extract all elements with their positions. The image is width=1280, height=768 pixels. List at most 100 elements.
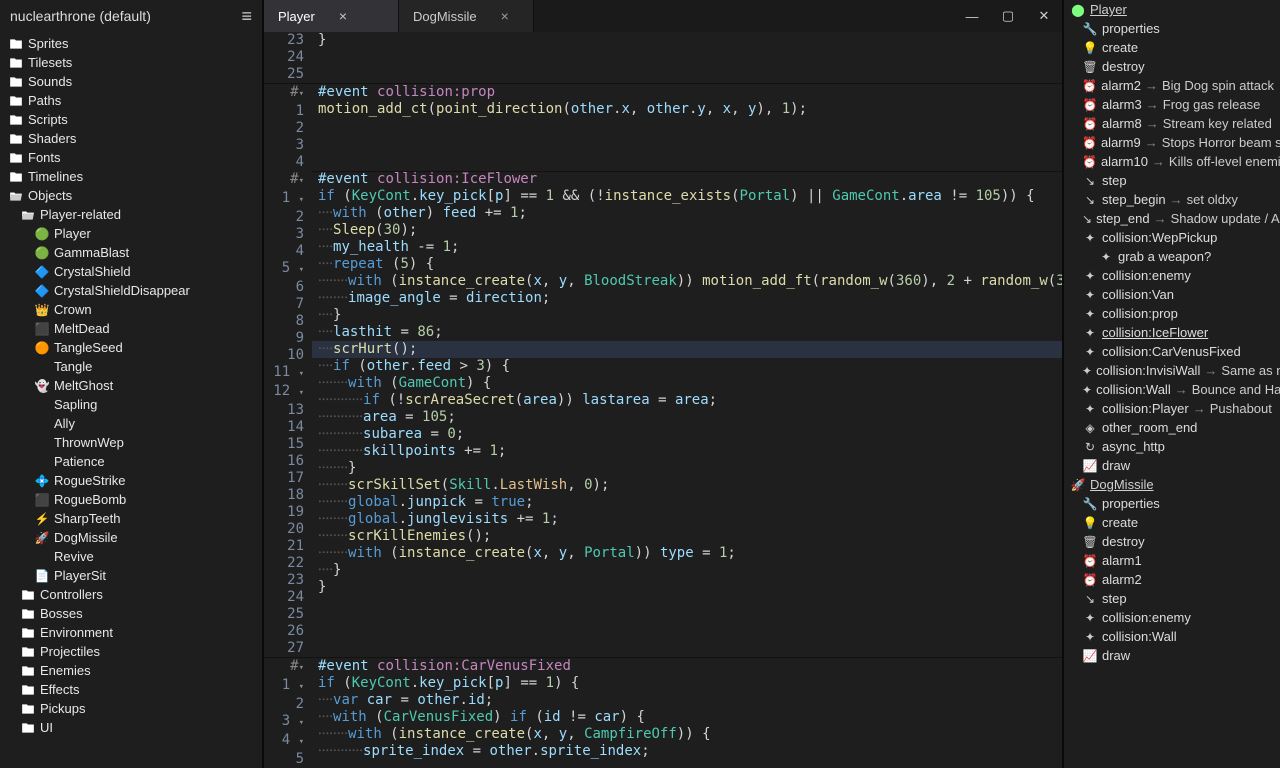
close-icon[interactable]: × [501, 9, 509, 23]
tree-item[interactable]: 🟠TangleSeed [0, 338, 262, 357]
outline-label: draw [1102, 648, 1130, 663]
tree-item[interactable]: Sapling [0, 395, 262, 414]
outline-item[interactable]: ✦collision:prop [1064, 304, 1280, 323]
outline-desc: Frog gas release [1163, 97, 1261, 112]
outline-item[interactable]: 💡create [1064, 38, 1280, 57]
code-editor[interactable]: 232425} #▾1234#event collision:propmotio… [264, 32, 1062, 768]
outline-item[interactable]: ✦grab a weapon? [1064, 247, 1280, 266]
tree-item[interactable]: ⬛RogueBomb [0, 490, 262, 509]
tree-item[interactable]: Revive [0, 547, 262, 566]
outline-item[interactable]: ⏰alarm10→Kills off-level enemie [1064, 152, 1280, 171]
outline-item[interactable]: ✦collision:enemy [1064, 608, 1280, 627]
tab-player[interactable]: Player× [264, 0, 399, 32]
outline-item[interactable]: ⏰alarm2→Big Dog spin attack [1064, 76, 1280, 95]
resource-tree[interactable]: SpritesTilesetsSoundsPaths Scripts Shaders… [0, 32, 262, 768]
outline-item[interactable]: ✦collision:enemy [1064, 266, 1280, 285]
outline-item[interactable]: 🔧properties [1064, 494, 1280, 513]
outline-item[interactable]: ✦collision:Wall→Bounce and Ha [1064, 380, 1280, 399]
tree-item[interactable]: 🚀DogMissile [0, 528, 262, 547]
outline-item[interactable]: 💡create [1064, 513, 1280, 532]
code-block[interactable]: #event collision:CarVenusFixedif (KeyCon… [312, 658, 1062, 768]
tree-item[interactable]: UI [0, 718, 262, 737]
outline-item[interactable]: ↘step [1064, 171, 1280, 190]
outline-item[interactable]: 🗑destroy [1064, 57, 1280, 76]
tree-item[interactable]: ⬛MeltDead [0, 319, 262, 338]
tree-item[interactable]: ⚡SharpTeeth [0, 509, 262, 528]
outline-item[interactable]: ✦collision:Wall [1064, 627, 1280, 646]
outline-item[interactable]: ↘step_end→Shadow update / Ai [1064, 209, 1280, 228]
tree-item[interactable]: Sprites [0, 34, 262, 53]
tree-item[interactable]: Timelines [0, 167, 262, 186]
outline-item[interactable]: ↘step_begin→set oldxy [1064, 190, 1280, 209]
tree-item[interactable]: 📄PlayerSit [0, 566, 262, 585]
outline-item[interactable]: ◈other_room_end [1064, 418, 1280, 437]
outline-item[interactable]: ✦collision:WepPickup [1064, 228, 1280, 247]
outline-item[interactable]: ⏰alarm3→Frog gas release [1064, 95, 1280, 114]
tab-dogmissile[interactable]: DogMissile× [399, 0, 534, 32]
tree-item[interactable]: Tilesets [0, 53, 262, 72]
minimize-button[interactable]: — [954, 0, 990, 32]
outline-item[interactable]: ✦collision:CarVenusFixed [1064, 342, 1280, 361]
code-block[interactable]: #event collision:propmotion_add_ct(point… [312, 84, 1062, 171]
close-icon[interactable]: × [339, 9, 347, 23]
maximize-button[interactable]: ▢ [990, 0, 1026, 32]
event-icon: ↻ [1082, 439, 1098, 455]
tree-item[interactable]: Sounds [0, 72, 262, 91]
outline-label: collision:Player [1102, 401, 1189, 416]
outline-item[interactable]: ⏰alarm1 [1064, 551, 1280, 570]
outline-item[interactable]: ✦collision:InvisiWall→Same as n [1064, 361, 1280, 380]
tree-item[interactable]: Patience [0, 452, 262, 471]
outline-item[interactable]: 🗑destroy [1064, 532, 1280, 551]
code-block[interactable]: #event collision:IceFlowerif (KeyCont.ke… [312, 171, 1062, 657]
outline-label: collision:InvisiWall [1096, 363, 1200, 378]
outline-item[interactable]: ↻async_http [1064, 437, 1280, 456]
tree-icon: 🟢 [34, 226, 50, 242]
outline-label: create [1102, 515, 1138, 530]
outline-label: DogMissile [1090, 477, 1154, 492]
outline-item[interactable]: ↘step [1064, 589, 1280, 608]
tree-item[interactable]: Pickups [0, 699, 262, 718]
tree-item[interactable]: Objects [0, 186, 262, 205]
tree-item[interactable]: Fonts [0, 148, 262, 167]
outline-item[interactable]: 📈draw [1064, 456, 1280, 475]
tree-item[interactable]: 🟢GammaBlast [0, 243, 262, 262]
tree-item[interactable]: Effects [0, 680, 262, 699]
tree-item[interactable]: Scripts [0, 110, 262, 129]
outline-panel[interactable]: ⬤Player🔧properties💡create🗑destroy⏰alarm2… [1062, 0, 1280, 768]
tree-item[interactable]: Enemies [0, 661, 262, 680]
tree-item[interactable]: Bosses [0, 604, 262, 623]
event-icon: ⏰ [1082, 135, 1097, 151]
outline-item[interactable]: 🔧properties [1064, 19, 1280, 38]
tree-item[interactable]: Player-related [0, 205, 262, 224]
outline-item[interactable]: ⏰alarm2 [1064, 570, 1280, 589]
tree-item[interactable]: Paths [0, 91, 262, 110]
menu-icon[interactable]: ≡ [241, 7, 252, 25]
tree-item[interactable]: 💠RogueStrike [0, 471, 262, 490]
outline-object[interactable]: 🚀DogMissile [1064, 475, 1280, 494]
outline-label: step [1102, 173, 1127, 188]
close-button[interactable]: ✕ [1026, 0, 1062, 32]
outline-item[interactable]: ✦collision:Van [1064, 285, 1280, 304]
tree-item[interactable]: 🔷CrystalShield [0, 262, 262, 281]
outline-item[interactable]: ✦collision:Player→Pushabout [1064, 399, 1280, 418]
outline-object[interactable]: ⬤Player [1064, 0, 1280, 19]
tree-item[interactable]: Tangle [0, 357, 262, 376]
tree-item[interactable]: 🟢Player [0, 224, 262, 243]
outline-item[interactable]: ⏰alarm9→Stops Horror beam so [1064, 133, 1280, 152]
outline-item[interactable]: ⏰alarm8→Stream key related [1064, 114, 1280, 133]
tree-item[interactable]: Projectiles [0, 642, 262, 661]
outline-item[interactable]: 📈draw [1064, 646, 1280, 665]
outline-desc: Stream key related [1163, 116, 1272, 131]
tree-label: Scripts [28, 112, 68, 127]
arrow-icon: → [1146, 116, 1159, 131]
outline-item[interactable]: ✦collision:IceFlower [1064, 323, 1280, 342]
tree-item[interactable]: Ally [0, 414, 262, 433]
tree-icon [8, 169, 24, 185]
tree-item[interactable]: 👑Crown [0, 300, 262, 319]
tree-item[interactable]: 👻MeltGhost [0, 376, 262, 395]
tree-item[interactable]: Environment [0, 623, 262, 642]
tree-item[interactable]: 🔷CrystalShieldDisappear [0, 281, 262, 300]
tree-item[interactable]: ThrownWep [0, 433, 262, 452]
tree-item[interactable]: Shaders [0, 129, 262, 148]
tree-item[interactable]: Controllers [0, 585, 262, 604]
